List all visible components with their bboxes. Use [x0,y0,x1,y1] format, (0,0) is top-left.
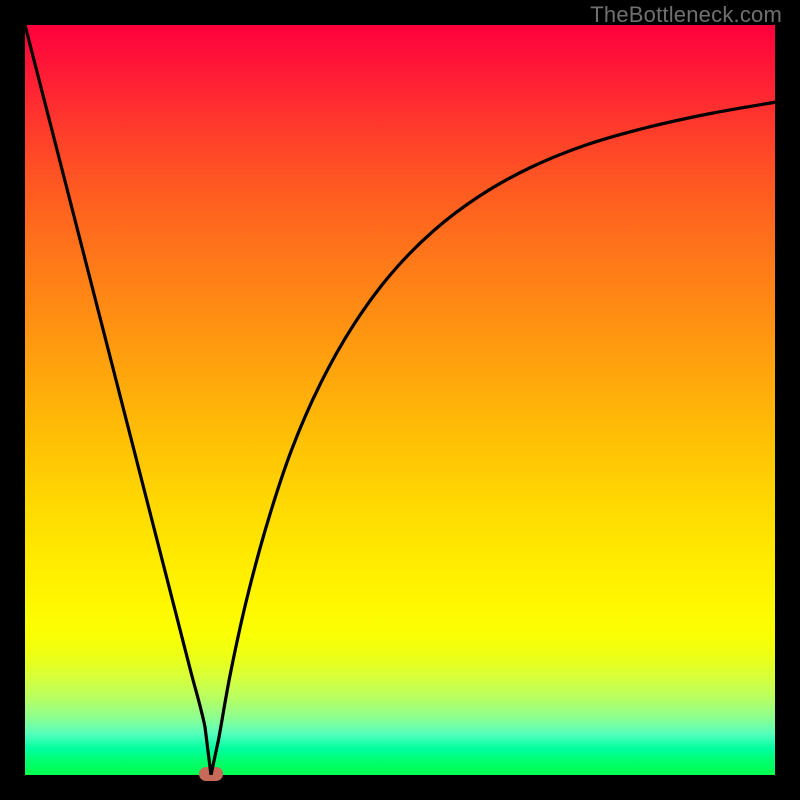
curve-svg [25,25,775,775]
figure-container: TheBottleneck.com [0,0,800,800]
plot-area [25,25,775,775]
watermark-text: TheBottleneck.com [590,2,782,28]
bottleneck-curve [25,25,775,775]
